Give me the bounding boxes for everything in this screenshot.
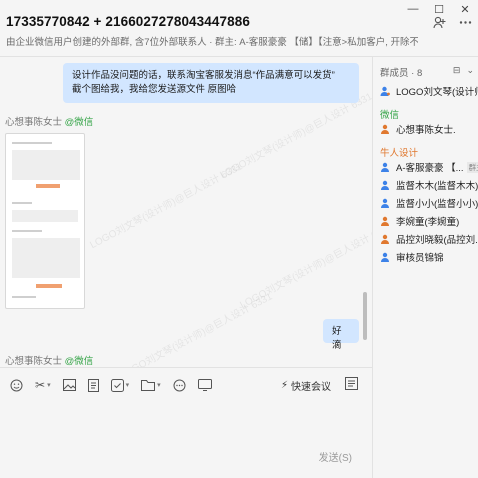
chat-header: 17335770842 + 2166027278043447886 由企业微信用… [6,14,472,56]
lightning-icon: ⚡ [280,379,288,391]
more-options-icon[interactable] [173,379,186,392]
sender-label: 心想事陈女士 @微信 [5,353,93,367]
chevron-down-icon[interactable]: ⌄ [466,65,474,76]
emoji-icon[interactable] [10,379,23,392]
member-item[interactable]: 品控刘晓毅(品控刘... [380,231,478,247]
screenshot-image[interactable] [5,133,85,309]
chevron-down-icon[interactable]: ▾ [157,381,161,389]
chevron-down-icon[interactable]: ▾ [47,381,51,389]
member-avatar-icon [381,234,389,244]
member-avatar-icon [381,180,389,190]
image-icon[interactable] [62,379,76,391]
user-add-icon[interactable] [432,16,446,32]
message-input-area[interactable]: ✂ ▾ ▾ ▾ ⚡ 快速会议 发送(S) [0,367,372,478]
sender-label: 心想事陈女士 @微信 [5,114,93,128]
member-avatar-icon [381,198,389,208]
member-avatar-icon [380,86,390,96]
member-name: 监督小小(监督小小) [396,199,478,210]
watermark: LOGO刘文琴(设计师)@巨人设计 6331 [238,221,372,312]
chat-subtitle: 由企业微信用户创建的外部群, 含7位外部联系人 · 群主: A-客服豪豪 【储】… [6,37,418,48]
member-avatar-icon [381,216,389,226]
chat-messages[interactable]: LOGO刘文琴(设计师)@巨人设计 6331 LOGO刘文琴(设计师)@巨人设计… [0,57,372,367]
sender-name: 心想事陈女士 [5,117,63,128]
member-name: A-客服豪豪 【... [396,163,464,174]
member-count-header: 群成员 · 8 [380,68,423,79]
member-panel: 群成员 · 8 ⊟ ⌄ LOGO刘文琴(设计师) 微信 心想事陈女士. 牛人设计… [372,57,478,478]
chat-title: 17335770842 + 2166027278043447886 [6,14,250,29]
message-bubble-outgoing[interactable]: 设计作品没问题的话，联系淘宝客服发消息“作品满意可以发货” 截个图给我，我给您发… [63,63,359,103]
folder-icon[interactable]: ▾ [141,379,161,391]
member-name: 李婉童(李婉童) [396,217,460,228]
chat-scrollbar[interactable] [363,292,367,340]
member-item[interactable]: 李婉童(李婉童) [380,213,478,229]
message-text: 好滴 [332,326,342,351]
quick-meeting-label: 快速会议 [291,381,331,393]
watermark: LOGO刘文琴(设计师)@巨人设计 6331 [118,291,275,367]
message-text: 截个图给我，我给您发送源文件 原图哈 [72,84,237,95]
checklist-icon[interactable]: ▾ [110,378,130,392]
screen-share-icon[interactable] [197,379,212,391]
member-item[interactable]: 监督小小(监督小小) [380,195,478,211]
member-avatar-icon [381,162,389,172]
chevron-down-icon[interactable]: ▾ [126,381,130,389]
collapse-icon[interactable]: ⊟ [453,65,461,76]
group-label-company: 牛人设计 [380,148,419,159]
member-name: 品控刘晓毅(品控刘... [396,235,478,246]
member-item[interactable]: A-客服豪豪 【... 群主 [380,159,478,175]
member-name: 心想事陈女士. [396,125,456,136]
member-name: LOGO刘文琴(设计师) [396,87,478,98]
group-label-wechat: 微信 [380,110,400,121]
watermark: LOGO刘文琴(设计师)@巨人设计 6331 [88,161,245,252]
input-toolbar: ✂ ▾ ▾ ▾ ⚡ 快速会议 [10,376,358,394]
sender-source: @微信 [64,356,94,367]
member-item[interactable]: 监督木木(监督木木) [380,177,478,193]
owner-badge: 群主 [466,161,478,173]
message-bubble-outgoing[interactable]: 好滴 [323,319,359,351]
more-icon[interactable] [458,16,472,32]
document-icon[interactable] [87,378,99,392]
member-name: 监督木木(监督木木) [396,181,478,192]
member-avatar-icon [381,252,389,262]
chat-history-icon[interactable] [345,377,358,393]
sender-name: 心想事陈女士 [5,356,63,367]
member-item[interactable]: LOGO刘文琴(设计师) [380,83,478,99]
member-item[interactable]: 审核员锦锦 [380,249,478,265]
scissors-icon[interactable]: ✂ ▾ [35,378,51,392]
sender-source: @微信 [64,117,94,128]
quick-meeting-button[interactable]: ⚡ 快速会议 [281,378,331,393]
message-text: 设计作品没问题的话，联系淘宝客服发消息“作品满意可以发货” [72,70,335,81]
send-button[interactable]: 发送(S) [319,449,352,464]
member-name: 审核员锦锦 [396,253,444,264]
member-item[interactable]: 心想事陈女士. [380,121,478,137]
member-avatar-icon [381,124,389,134]
